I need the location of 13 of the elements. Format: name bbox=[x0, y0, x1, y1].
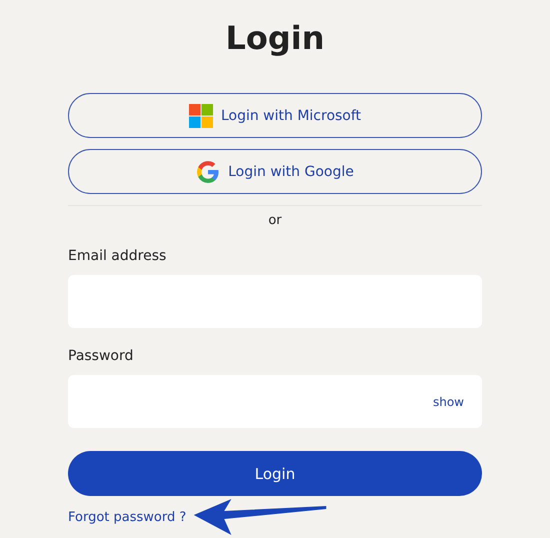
field-label: Email address bbox=[68, 248, 168, 264]
page-title: Login bbox=[225, 18, 325, 58]
show-password-button[interactable]: show bbox=[432, 394, 464, 408]
forgot-password-link[interactable]: Forgot password ? bbox=[68, 510, 186, 525]
field-label: Password bbox=[68, 348, 134, 364]
sso-login-button[interactable]: Login with Microsoft bbox=[68, 93, 482, 138]
sso-login-button[interactable]: Login with Google bbox=[68, 149, 482, 194]
divider-label: or bbox=[268, 213, 282, 228]
google-logo-icon bbox=[196, 160, 220, 184]
login-button[interactable]: Login bbox=[68, 451, 482, 496]
arrow-icon bbox=[192, 497, 328, 537]
microsoft-logo-icon bbox=[188, 104, 213, 128]
input-field[interactable]: show bbox=[68, 375, 482, 428]
